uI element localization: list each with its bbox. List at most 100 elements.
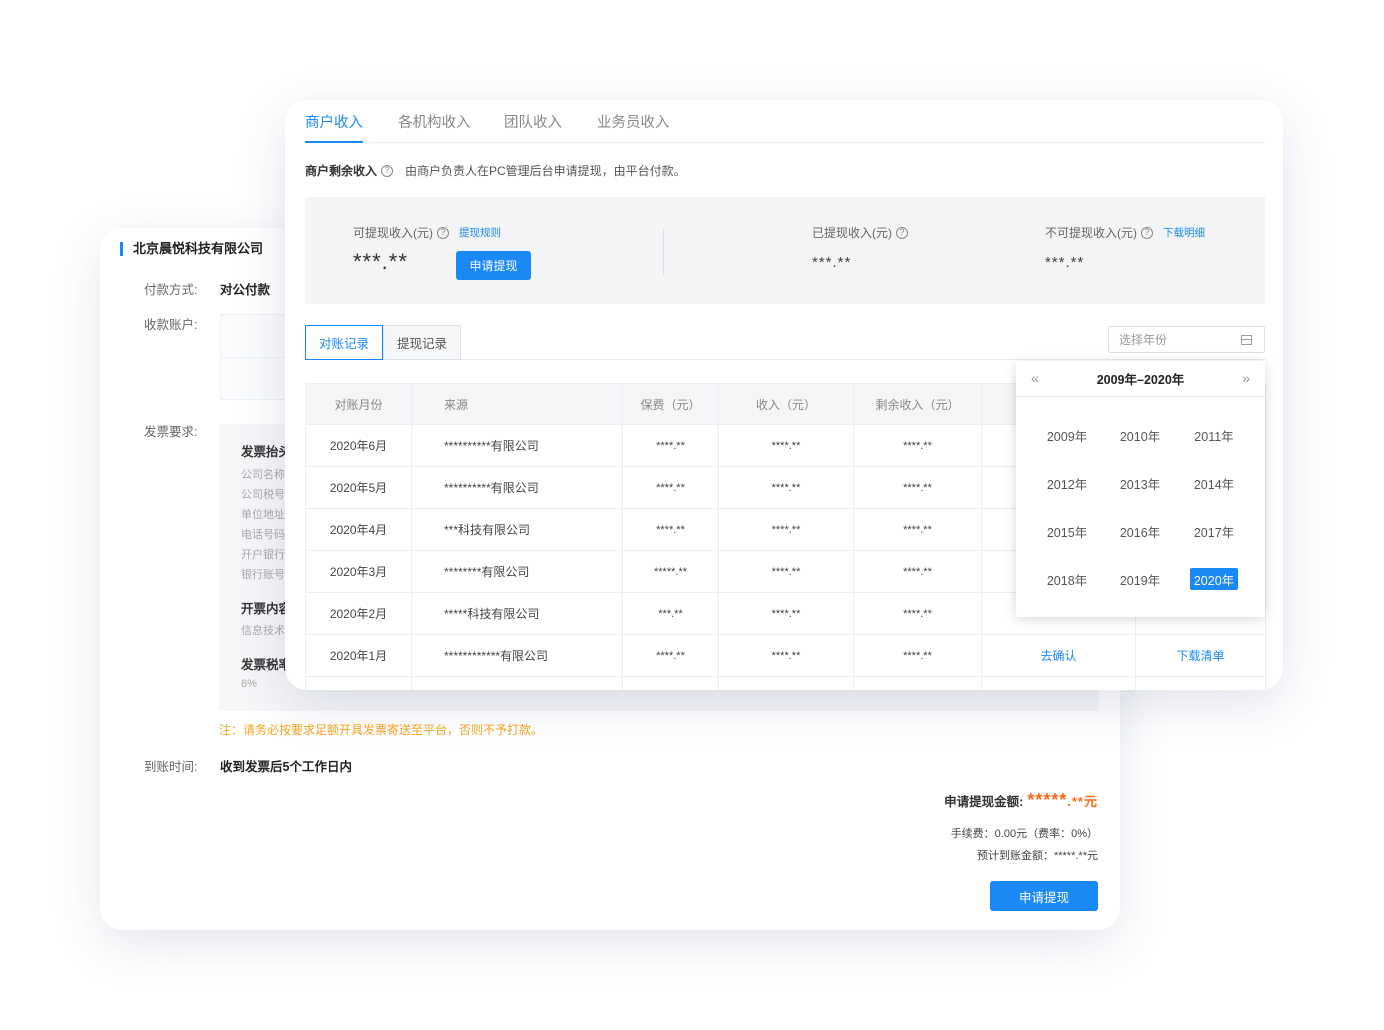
year-option-selected[interactable]: 2020年 xyxy=(1190,568,1238,590)
non-withdrawable-label: 不可提现收入(元) ? 下载明细 xyxy=(1045,225,1205,240)
cell-month: 2020年2月 xyxy=(305,592,412,635)
tab-team-income[interactable]: 团队收入 xyxy=(504,111,562,143)
cell-month: 2020年6月 xyxy=(305,424,412,467)
stats-divider xyxy=(663,229,664,275)
cell-premium: ***.** xyxy=(622,592,719,635)
cell-source: **********有限公司 xyxy=(411,424,623,467)
year-picker-header: « 2009年–2020年 » xyxy=(1016,361,1265,397)
divider xyxy=(461,359,1265,360)
cell-source: ********有限公司 xyxy=(411,550,623,593)
tab-reconciliation[interactable]: 对账记录 xyxy=(305,325,383,360)
cell-income: ****.** xyxy=(718,634,854,677)
help-icon[interactable]: ? xyxy=(1141,226,1153,239)
non-withdrawable-value: ***.** xyxy=(1045,254,1085,271)
invoice-field: 公司税号 xyxy=(241,489,285,501)
year-option[interactable]: 2019年 xyxy=(1116,568,1164,590)
help-icon[interactable]: ? xyxy=(896,226,908,239)
cell-premium: ****.** xyxy=(622,424,719,467)
desc-text: 由商户负责人在PC管理后台申请提现，由平台付款。 xyxy=(405,164,686,178)
invoice-field: 银行账号 xyxy=(241,569,285,581)
income-tabs: 商户收入 各机构收入 团队收入 业务员收入 xyxy=(305,100,1265,143)
expected-amount: 预计到账金额：*****.**元 xyxy=(976,850,1098,862)
cell-premium: ****.** xyxy=(622,466,719,509)
cell-month: 2020年3月 xyxy=(305,550,412,593)
company-name: 北京晨悦科技有限公司 xyxy=(120,242,263,256)
year-option[interactable]: 2012年 xyxy=(1043,472,1091,494)
withdrawn-label: 已提现收入(元) ? xyxy=(812,224,908,241)
calendar-icon xyxy=(1241,335,1252,345)
year-option[interactable]: 2010年 xyxy=(1116,424,1164,446)
year-option[interactable]: 2009年 xyxy=(1043,424,1091,446)
tab-salesman-income[interactable]: 业务员收入 xyxy=(597,111,670,143)
cell-source: ************有限公司 xyxy=(411,634,623,677)
year-option[interactable]: 2017年 xyxy=(1190,520,1238,542)
col-income: 收入（元） xyxy=(718,383,854,425)
invoice-content-value: 信息技术 xyxy=(241,625,285,637)
invoice-field: 开户银行 xyxy=(241,549,285,561)
year-select[interactable]: 选择年份 xyxy=(1108,326,1265,353)
download-list-link[interactable]: 下载清单 xyxy=(1135,634,1266,677)
cell-premium: ****.** xyxy=(622,634,719,677)
help-icon[interactable]: ? xyxy=(381,164,394,177)
year-option[interactable]: 2013年 xyxy=(1116,472,1164,494)
invoice-header-title: 发票抬头 xyxy=(241,445,292,459)
year-picker-dropdown: « 2009年–2020年 » 2009年 2010年 2011年 2012年 … xyxy=(1016,361,1265,617)
cell-remaining: ****.** xyxy=(853,634,982,677)
record-tabs: 对账记录 提现记录 xyxy=(305,325,461,360)
cell-source: *****科技有限公司 xyxy=(411,592,623,635)
table-row: 2020年1月 ************有限公司 ****.** ****.**… xyxy=(305,634,1266,677)
year-option[interactable]: 2015年 xyxy=(1043,520,1091,542)
confirm-link[interactable]: 去确认 xyxy=(981,634,1136,677)
payment-method-label: 付款方式: xyxy=(144,283,198,297)
help-icon[interactable]: ? xyxy=(437,226,449,239)
apply-amount: 申请提现金额: *****.**元 xyxy=(944,790,1098,811)
year-option[interactable]: 2018年 xyxy=(1043,568,1091,590)
account-label: 收款账户: xyxy=(144,318,198,332)
cell-remaining: ****.** xyxy=(853,424,982,467)
income-stats: 可提现收入(元) ? 提现规则 ***.** 申请提现 已提现收入(元) ? *… xyxy=(305,197,1265,304)
invoice-field: 公司名称 xyxy=(241,469,285,481)
prev-decade-icon[interactable]: « xyxy=(1031,370,1039,386)
col-month: 对账月份 xyxy=(305,383,412,425)
invoice-field: 电话号码 xyxy=(241,529,285,541)
fee-text: 手续费：0.00元（费率：0%） xyxy=(950,828,1098,840)
cell-income: ****.** xyxy=(718,466,854,509)
tab-withdraw-records[interactable]: 提现记录 xyxy=(383,325,461,360)
cell-month: 2020年1月 xyxy=(305,634,412,677)
tab-merchant-income[interactable]: 商户收入 xyxy=(305,111,363,143)
cell-remaining: ****.** xyxy=(853,508,982,551)
warning-note: 注：请务必按要求足额开具发票寄送至平台，否则不予打款。 xyxy=(219,723,544,737)
table-row-partial xyxy=(305,676,1266,690)
payment-method-value: 对公付款 xyxy=(220,283,271,297)
withdraw-rules-link[interactable]: 提现规则 xyxy=(459,225,501,240)
cell-income: ****.** xyxy=(718,508,854,551)
year-range-title: 2009年–2020年 xyxy=(1096,373,1185,387)
col-source: 来源 xyxy=(411,383,623,425)
apply-amount-value: *****.**元 xyxy=(1027,790,1098,810)
cell-remaining: ****.** xyxy=(853,550,982,593)
col-premium: 保费（元） xyxy=(622,383,719,425)
withdrawable-value: ***.** xyxy=(353,249,408,274)
year-option[interactable]: 2011年 xyxy=(1190,424,1238,446)
tab-org-income[interactable]: 各机构收入 xyxy=(398,111,471,143)
desc-title: 商户剩余收入 xyxy=(305,164,378,178)
apply-withdraw-button[interactable]: 申请提现 xyxy=(456,251,531,280)
withdrawable-label: 可提现收入(元) ? 提现规则 xyxy=(353,225,501,240)
invoice-tax-value: 6% xyxy=(241,678,257,690)
cell-income: ****.** xyxy=(718,550,854,593)
cell-source: ***科技有限公司 xyxy=(411,508,623,551)
income-description: 商户剩余收入 ? 由商户负责人在PC管理后台申请提现，由平台付款。 xyxy=(305,162,686,179)
year-option[interactable]: 2014年 xyxy=(1190,472,1238,494)
year-select-placeholder: 选择年份 xyxy=(1119,333,1168,347)
invoice-req-label: 发票要求: xyxy=(144,425,198,439)
cell-month: 2020年4月 xyxy=(305,508,412,551)
cell-remaining: ****.** xyxy=(853,466,982,509)
year-option[interactable]: 2016年 xyxy=(1116,520,1164,542)
withdrawn-value: ***.** xyxy=(812,254,852,271)
apply-withdraw-button[interactable]: 申请提现 xyxy=(990,881,1098,911)
arrival-time-label: 到账时间: xyxy=(144,760,198,774)
next-decade-icon[interactable]: » xyxy=(1242,370,1250,386)
cell-income: ****.** xyxy=(718,424,854,467)
download-detail-link[interactable]: 下载明细 xyxy=(1163,225,1205,240)
cell-income: ****.** xyxy=(718,592,854,635)
